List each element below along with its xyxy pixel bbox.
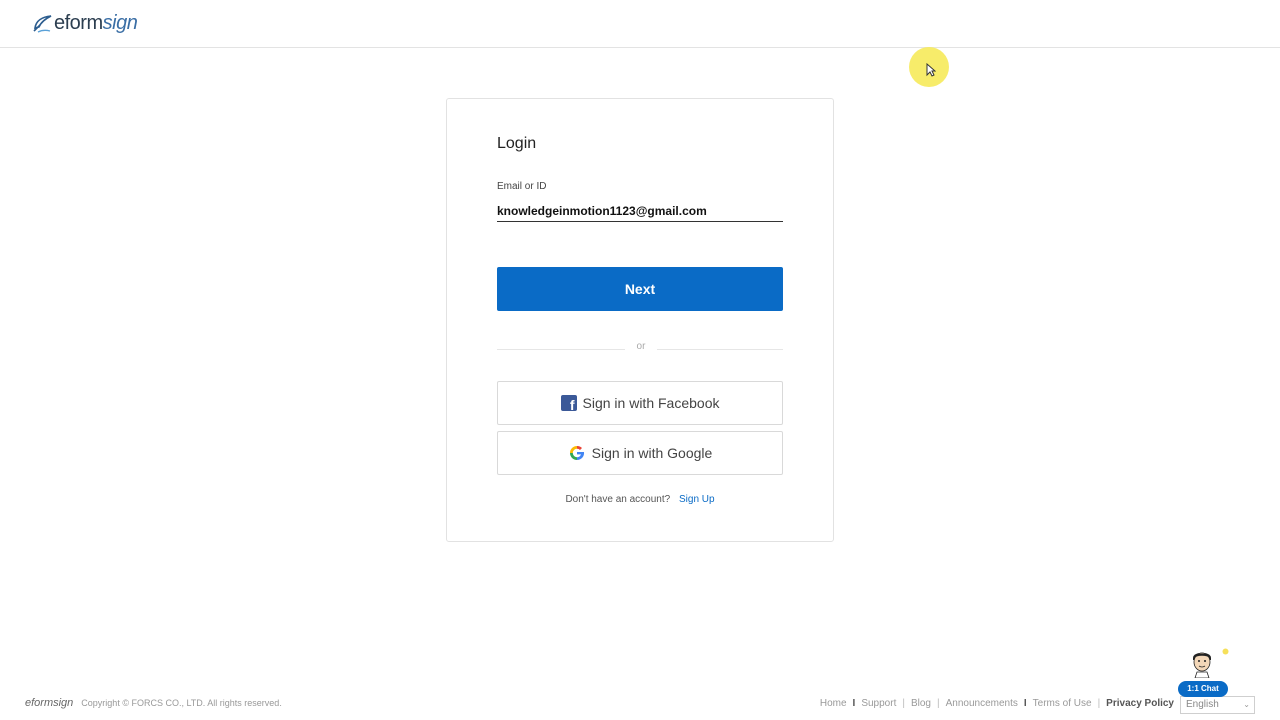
login-title: Login — [497, 135, 537, 152]
footer-link-privacy[interactable]: Privacy Policy — [1106, 698, 1174, 709]
google-signin-button[interactable]: Sign in with Google — [497, 431, 783, 475]
footer-separator: I — [852, 698, 856, 709]
or-separator: or — [636, 341, 646, 352]
copyright-text: Copyright © FORCS CO., LTD. All rights r… — [81, 698, 282, 708]
logo-text: eformsign — [54, 12, 138, 34]
eformsign-logo[interactable]: eformsign — [32, 12, 138, 35]
footer-link-home[interactable]: Home — [820, 698, 847, 709]
logo-mark-icon — [33, 14, 52, 33]
chat-avatar-icon — [1193, 652, 1211, 678]
top-header: eformsign — [0, 0, 1280, 48]
footer-separator: | — [1097, 698, 1101, 709]
footer-separator: | — [902, 698, 905, 709]
email-label: Email or ID — [497, 181, 547, 192]
next-button[interactable]: Next — [497, 267, 783, 311]
footer-link-announcements[interactable]: Announcements — [946, 698, 1018, 709]
facebook-signin-label: Sign in with Facebook — [582, 395, 720, 411]
footer-separator: | — [936, 698, 940, 709]
mouse-cursor-icon — [926, 63, 936, 77]
footer-logo: eformsign — [25, 697, 74, 709]
signup-row: Don't have an account? Sign Up — [447, 494, 833, 505]
divider-left — [497, 349, 625, 350]
google-signin-label: Sign in with Google — [591, 445, 713, 461]
footer-link-blog[interactable]: Blog — [911, 698, 931, 709]
facebook-signin-button[interactable]: f Sign in with Facebook — [497, 381, 783, 425]
footer-brand: eformsign Copyright © FORCS CO., LTD. Al… — [25, 697, 282, 709]
chat-widget[interactable]: 1:1 Chat — [1176, 644, 1230, 700]
login-card: Login Email or ID Next or f Sign in with… — [446, 98, 834, 542]
no-account-text: Don't have an account? — [565, 494, 671, 505]
facebook-icon: f — [560, 395, 577, 412]
email-input[interactable] — [497, 201, 783, 222]
divider-right — [657, 349, 783, 350]
footer-link-support[interactable]: Support — [861, 698, 896, 709]
footer-link-terms[interactable]: Terms of Use — [1033, 698, 1092, 709]
chat-label: 1:1 Chat — [1178, 681, 1228, 697]
language-value: English — [1186, 699, 1219, 710]
footer-separator: I — [1023, 698, 1027, 709]
google-icon — [569, 445, 584, 461]
sparkle-icon — [1222, 648, 1229, 655]
footer-links: Home I Support | Blog | Announcements I … — [820, 698, 1174, 709]
signup-link[interactable]: Sign Up — [679, 494, 715, 505]
chevron-down-icon: ⌄ — [1243, 700, 1250, 709]
